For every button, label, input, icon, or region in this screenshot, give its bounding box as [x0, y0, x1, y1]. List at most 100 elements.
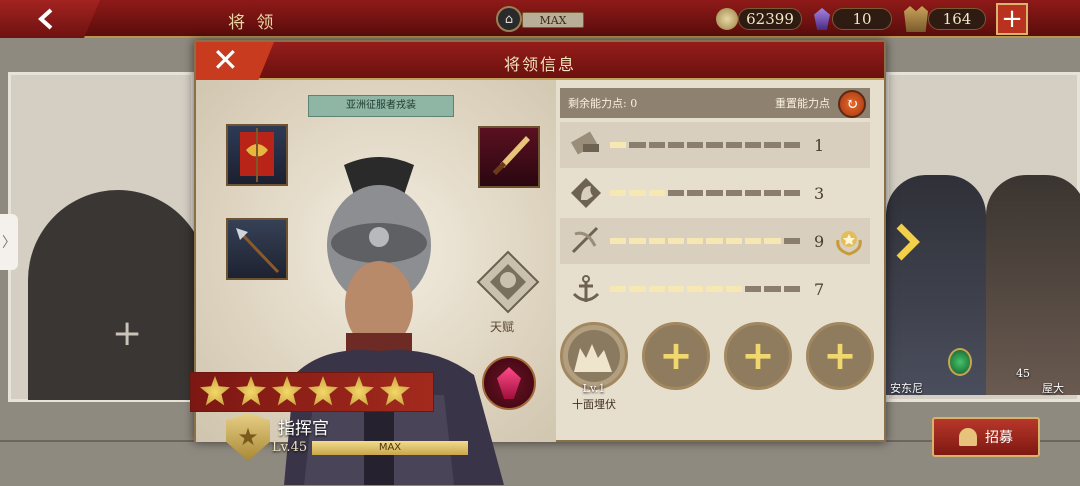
- refresh-icon: ↻: [845, 95, 859, 113]
- troops-icon: [904, 6, 928, 32]
- stat-row-navy[interactable]: 7: [560, 266, 870, 312]
- castle-max-badge: MAX: [522, 12, 584, 28]
- stat-bar: [610, 238, 800, 244]
- crossbow-icon: [566, 221, 606, 261]
- stat-segment: [667, 142, 685, 148]
- plus-icon: +: [659, 333, 693, 379]
- stat-bar: [610, 190, 800, 196]
- hero-portrait-octavian[interactable]: [986, 175, 1080, 395]
- add-skill-slot-1[interactable]: +: [642, 322, 710, 390]
- stat-segment: [706, 286, 723, 292]
- stat-bar: [610, 142, 800, 148]
- ability-points-row: 剩余能力点: 0 重置能力点 ↻: [560, 88, 870, 118]
- ruby-icon: [497, 367, 521, 399]
- spear-icon: [236, 228, 280, 274]
- rank-name: 指挥官: [278, 419, 329, 439]
- stat-segment: [725, 238, 743, 244]
- top-bar: 将 领 ⌂ MAX 62399 10 164 +: [0, 0, 1080, 38]
- add-resource-button[interactable]: +: [996, 3, 1028, 35]
- rank-shield-icon: ★: [226, 413, 270, 461]
- stat-segment: [764, 142, 781, 148]
- stat-segment: [687, 190, 704, 196]
- infantry-icon: [566, 125, 606, 165]
- talent-icon[interactable]: [476, 250, 540, 314]
- stat-segment: [764, 238, 781, 244]
- stat-segment: [783, 238, 800, 244]
- stats-area: 剩余能力点: 0 重置能力点 ↻ 1 3 9 7 Lv.1 十面埋伏 + + +: [556, 80, 886, 442]
- stat-segment: [745, 238, 762, 244]
- coin-icon: [716, 8, 738, 30]
- stat-row-archery[interactable]: 9: [560, 218, 870, 264]
- hero-name-antony: 安东尼: [890, 382, 923, 395]
- stat-segment: [648, 286, 665, 292]
- stat-segment: [687, 238, 704, 244]
- reset-points-label: 重置能力点: [775, 97, 830, 110]
- stat-value: 3: [814, 183, 825, 203]
- stat-segment: [706, 238, 723, 244]
- stat-segment: [706, 142, 723, 148]
- stat-segment: [745, 286, 762, 292]
- dialog-title: 将领信息: [503, 55, 576, 74]
- talent-label: 天赋: [490, 320, 515, 334]
- add-skill-slot-2[interactable]: +: [724, 322, 792, 390]
- stat-segment: [610, 190, 627, 196]
- anchor-icon: [566, 269, 606, 309]
- back-button[interactable]: [0, 0, 100, 38]
- stat-segment: [725, 190, 743, 196]
- stat-segment: [745, 190, 762, 196]
- coin-count: 62399: [738, 8, 802, 30]
- side-expand-tab[interactable]: 〉: [0, 214, 18, 270]
- hero-name-octavian: 屋大: [1042, 382, 1064, 395]
- ruby-gem-slot[interactable]: [482, 356, 536, 410]
- left-add-icon[interactable]: +: [112, 316, 142, 352]
- gem-count: 10: [832, 8, 892, 30]
- skill-level: Lv.1: [582, 382, 606, 395]
- stat-segment: [667, 286, 685, 292]
- stat-segment: [745, 142, 762, 148]
- stat-segment: [610, 286, 627, 292]
- stat-segment: [629, 142, 646, 148]
- stat-segment: [610, 142, 627, 148]
- rank-star-icon: [379, 376, 411, 406]
- helmet-icon: [959, 428, 977, 446]
- medal-icon: [836, 231, 862, 256]
- general-info-dialog: ✕ 将领信息 亚洲征服者戎装 天赋 ★ 指挥官 Lv.45 MAX 剩余能力点:…: [190, 40, 886, 485]
- stat-segment: [629, 286, 646, 292]
- hero-gem-icon: [948, 348, 972, 376]
- stat-segment: [687, 142, 704, 148]
- stat-row-cavalry[interactable]: 3: [560, 170, 870, 216]
- banner-equip-slot[interactable]: [226, 124, 288, 186]
- castle-icon: ⌂: [496, 6, 522, 32]
- plus-icon: +: [1001, 4, 1023, 34]
- stat-row-infantry[interactable]: 1: [560, 122, 870, 168]
- stat-value: 7: [814, 279, 825, 299]
- ambush-skill-icon: [568, 330, 620, 382]
- stat-segment: [783, 286, 800, 292]
- recruit-button[interactable]: 招募: [932, 417, 1040, 457]
- troop-count: 164: [928, 8, 986, 30]
- rank-star-icon: [235, 376, 267, 406]
- purple-gem-icon: [814, 8, 830, 30]
- skill-slot-ambush[interactable]: [560, 322, 628, 390]
- star-rank-row: [190, 372, 434, 412]
- stat-segment: [687, 286, 704, 292]
- reset-points-button[interactable]: ↻: [838, 90, 866, 118]
- stat-segment: [629, 190, 646, 196]
- outfit-label[interactable]: 亚洲征服者戎装: [308, 95, 454, 117]
- stat-segment: [648, 238, 665, 244]
- stat-segment: [667, 238, 685, 244]
- rank-star-icon: [199, 376, 231, 406]
- plus-icon: +: [741, 333, 775, 379]
- rank-star-icon: [343, 376, 375, 406]
- banner-icon: [240, 128, 274, 182]
- skill-name: 十面埋伏: [572, 398, 616, 411]
- rank-star-icon: [307, 376, 339, 406]
- stat-segment: [706, 190, 723, 196]
- add-skill-slot-3[interactable]: +: [806, 322, 874, 390]
- next-hero-arrow-icon[interactable]: [895, 222, 923, 262]
- stat-segment: [764, 190, 781, 196]
- spear-equip-slot[interactable]: [226, 218, 288, 280]
- stat-segment: [648, 142, 665, 148]
- stat-value: 1: [814, 135, 825, 155]
- stat-segment: [725, 142, 743, 148]
